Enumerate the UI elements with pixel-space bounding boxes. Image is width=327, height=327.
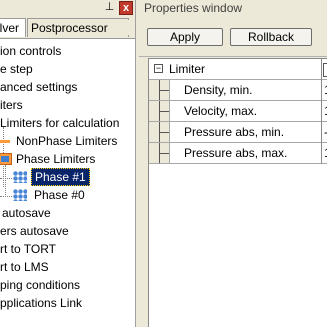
- tree-connector: [159, 132, 169, 133]
- grid-group-label: Limiter: [169, 62, 206, 76]
- tab-solver[interactable]: Solver: [0, 18, 26, 37]
- tree-item[interactable]: ion controls: [0, 42, 61, 60]
- tree-connector: [0, 178, 12, 179]
- tree-connector: [5, 165, 6, 197]
- tab-postprocessor[interactable]: Postprocessor: [27, 18, 129, 37]
- grid-row[interactable]: Density, min. 1: [149, 80, 327, 101]
- left-panel: ⊥ x Solver Postprocessor ion controls: [0, 0, 135, 327]
- tree-item-label: rt to LMS: [0, 260, 49, 274]
- tab-scroll-area: [128, 20, 135, 35]
- grid-row[interactable]: Pressure abs, max. 1: [149, 143, 327, 164]
- tree-item[interactable]: autosave: [2, 204, 51, 222]
- tree-item-label: Phase #1: [31, 168, 90, 186]
- grid-separator: [321, 122, 322, 143]
- tree-item[interactable]: e step: [0, 60, 33, 78]
- tree-item[interactable]: rt to TORT: [0, 240, 56, 258]
- apply-button[interactable]: Apply: [147, 28, 223, 46]
- limiter-icon: [0, 140, 10, 143]
- tree-item-label: iters: [0, 98, 23, 112]
- grid-separator: [321, 80, 322, 101]
- tree-item[interactable]: ping conditions: [0, 276, 80, 294]
- tree-item-label: ion controls: [0, 44, 62, 58]
- properties-toolbar: Apply Rollback: [139, 17, 327, 57]
- grid-separator: [321, 143, 322, 164]
- grid-row-label: Pressure abs, max.: [184, 146, 288, 160]
- tree-item[interactable]: iters: [0, 96, 23, 114]
- tree-item[interactable]: ers autosave: [0, 222, 69, 240]
- grid-separator: [321, 59, 322, 80]
- rollback-button[interactable]: Rollback: [230, 28, 312, 46]
- tree-item-label: e step: [0, 62, 33, 76]
- tree-item-label: Limiters for calculation: [0, 116, 120, 130]
- tree-item-label: anced settings: [0, 80, 78, 94]
- tree-item[interactable]: anced settings: [0, 78, 77, 96]
- limiter-icon: [0, 153, 12, 165]
- project-tree[interactable]: ion controls e step anced settings iters…: [0, 39, 135, 327]
- grid-row[interactable]: Pressure abs, min. -: [149, 122, 327, 143]
- tree-item-label: ping conditions: [0, 278, 81, 292]
- left-panel-header: ⊥ x: [0, 0, 135, 17]
- grid-value-cell: [323, 63, 327, 77]
- grid-group-row[interactable]: − Limiter: [149, 59, 327, 80]
- tree-item-label: ers autosave: [0, 224, 69, 238]
- tree-item-label: Phase Limiters: [16, 152, 96, 166]
- grid-row[interactable]: Velocity, max. 1: [149, 101, 327, 122]
- properties-window-title: Properties window: [139, 0, 327, 17]
- pin-icon[interactable]: ⊥: [103, 1, 116, 14]
- grid-row-label: Pressure abs, min.: [184, 125, 285, 139]
- tree-connector: [0, 196, 12, 197]
- properties-window: Properties window Apply Rollback − Limit…: [139, 0, 327, 327]
- tab-solver-label: Solver: [0, 21, 20, 35]
- tree-connector: [159, 111, 169, 112]
- grid-row-label: Velocity, max.: [184, 104, 258, 118]
- collapse-icon[interactable]: −: [154, 64, 163, 73]
- grid-separator: [321, 101, 322, 122]
- tree-connector: [159, 153, 169, 154]
- tree-item-label: autosave: [2, 206, 51, 220]
- tree-item[interactable]: pplications Link: [0, 294, 82, 312]
- tree-item-label: pplications Link: [0, 296, 83, 310]
- grid-row-label: Density, min.: [184, 83, 253, 97]
- tab-postprocessor-label: Postprocessor: [31, 21, 108, 35]
- tab-strip: Solver Postprocessor: [0, 17, 135, 39]
- application-window: ⊥ x Solver Postprocessor ion controls: [0, 0, 327, 327]
- phase-icon: [13, 189, 27, 201]
- tree-item-label: Phase #0: [34, 188, 85, 202]
- tree-item[interactable]: rt to LMS: [0, 258, 49, 276]
- close-button[interactable]: x: [119, 1, 133, 15]
- property-grid[interactable]: − Limiter Density, min. 1 Velocity, max.…: [148, 58, 327, 327]
- tree-item[interactable]: Limiters for calculation: [0, 114, 119, 132]
- phase-icon: [13, 171, 27, 183]
- tree-connector: [159, 90, 169, 91]
- tree-item-label: NonPhase Limiters: [16, 134, 118, 148]
- tree-item-label: rt to TORT: [0, 242, 57, 256]
